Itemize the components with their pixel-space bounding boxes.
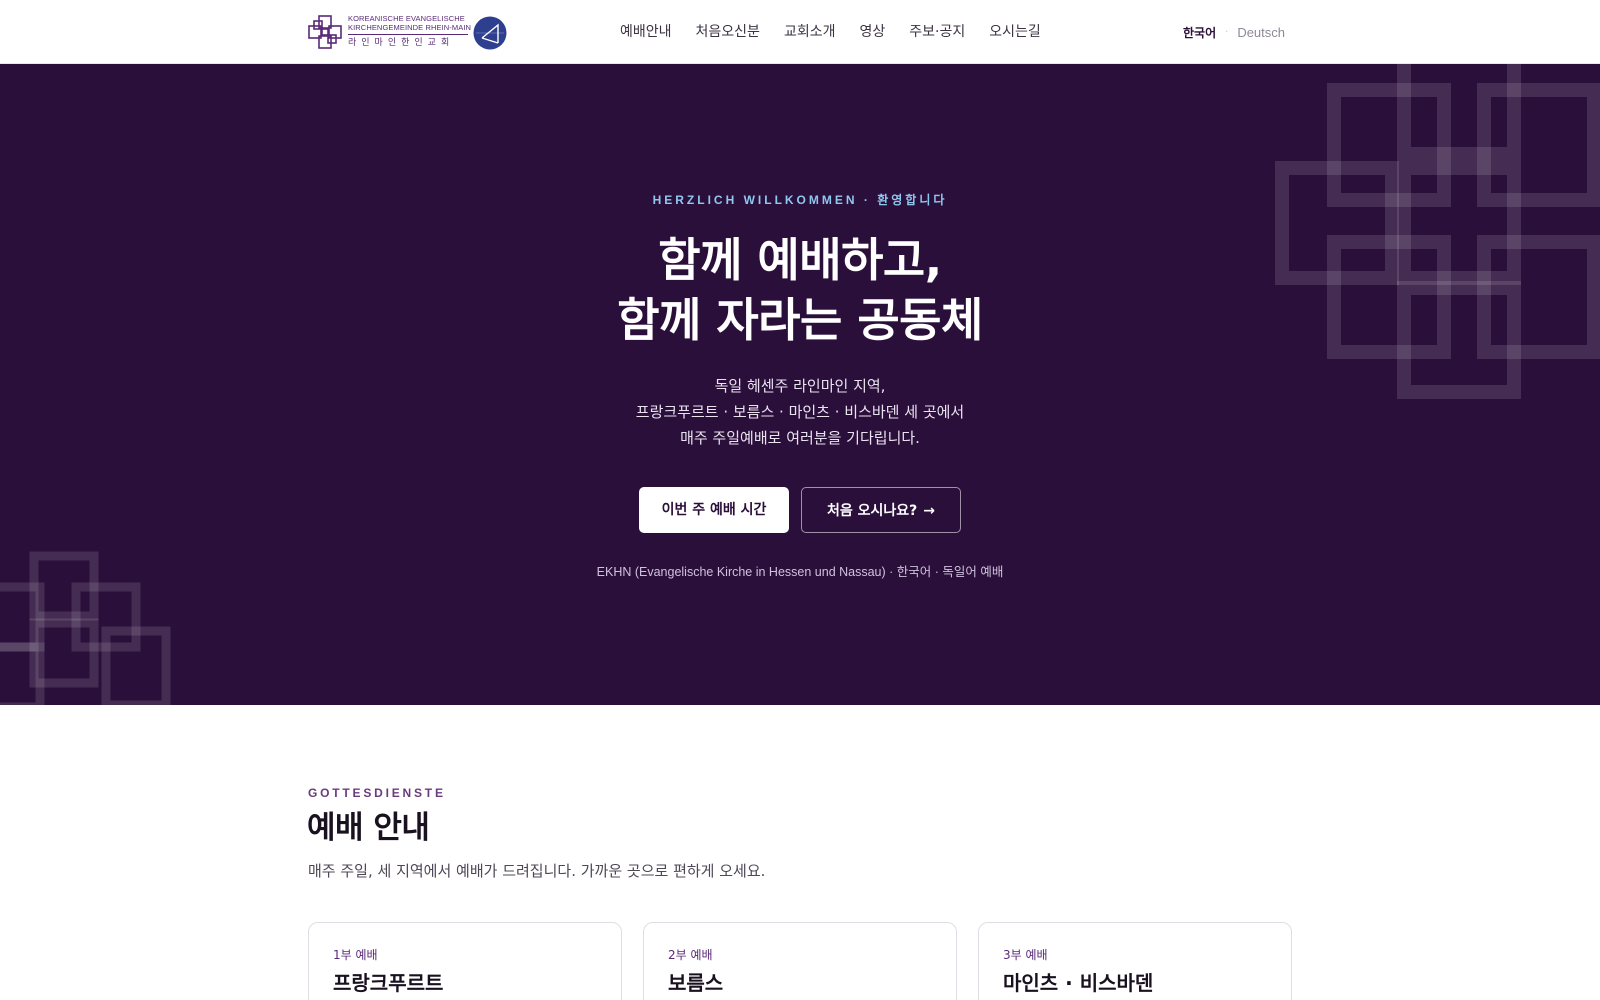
worship-times-button[interactable]: 이번 주 예배 시간 <box>639 487 789 533</box>
nav-item-newcomers[interactable]: 처음오신분 <box>696 20 760 44</box>
hero-subtitle-line-3: 매주 주일예배로 여러분을 기다립니다. <box>680 429 920 447</box>
service-card[interactable]: 3부 예배 마인츠 · 비스바덴 <box>978 922 1292 1000</box>
service-card-label: 1부 예배 <box>333 948 378 962</box>
hero-subtitle: 독일 헤센주 라인마인 지역, 프랑크푸르트 · 보름스 · 마인츠 · 비스바… <box>0 373 1600 451</box>
newcomer-button[interactable]: 처음 오시나요? → <box>801 487 961 533</box>
logo-line-2: KIRCHENGEMEINDE RHEIN-MAIN <box>348 23 472 32</box>
hero-title: 함께 예배하고, 함께 자라는 공동체 <box>0 230 1600 350</box>
lang-korean[interactable]: 한국어 <box>1183 24 1216 41</box>
service-card-title: 마인츠 · 비스바덴 <box>1003 971 1154 995</box>
service-card-title: 프랑크푸르트 <box>333 971 444 995</box>
hero-section: HERZLICH WILLKOMMEN · 환영합니다 함께 예배하고, 함께 … <box>0 64 1600 705</box>
arrow-right-icon: → <box>923 503 935 519</box>
service-card[interactable]: 1부 예배 프랑크푸르트 <box>308 922 622 1000</box>
logo-wordmark: KOREANISCHE EVANGELISCHE KIRCHENGEMEINDE… <box>348 14 472 49</box>
section-eyebrow: GOTTESDIENSTE <box>308 786 446 800</box>
lang-german[interactable]: Deutsch <box>1237 25 1285 40</box>
service-card-title: 보름스 <box>668 971 724 995</box>
site-logo[interactable]: KOREANISCHE EVANGELISCHE KIRCHENGEMEINDE… <box>307 14 512 52</box>
service-card-label: 2부 예배 <box>668 948 713 962</box>
nav-item-bulletin[interactable]: 주보·공지 <box>909 20 965 44</box>
hero-eyebrow: HERZLICH WILLKOMMEN · 환영합니다 <box>652 193 948 207</box>
newcomer-button-label: 처음 오시나요? <box>826 503 918 519</box>
section-title: 예배 안내 <box>307 810 430 846</box>
cross-pattern-logo-icon <box>308 15 342 49</box>
circle-emblem-icon <box>473 16 507 50</box>
logo-korean-name: 라인마인한인교회 <box>348 38 455 48</box>
site-header: KOREANISCHE EVANGELISCHE KIRCHENGEMEINDE… <box>0 0 1600 64</box>
hero-title-line-2: 함께 자라는 공동체 <box>617 293 983 347</box>
hero-subtitle-line-2: 프랑크푸르트 · 보름스 · 마인츠 · 비스바덴 세 곳에서 <box>635 403 965 421</box>
service-card[interactable]: 2부 예배 보름스 <box>643 922 957 1000</box>
main-nav: 예배안내 처음오신분 교회소개 영상 주보·공지 오시는길 <box>620 20 1065 44</box>
logo-line-1: KOREANISCHE EVANGELISCHE <box>348 14 465 23</box>
hero-title-line-1: 함께 예배하고, <box>658 233 942 287</box>
service-card-label: 3부 예배 <box>1003 948 1048 962</box>
nav-item-directions[interactable]: 오시는길 <box>989 20 1041 44</box>
lang-separator: · <box>1225 26 1229 38</box>
hero-subtitle-line-1: 독일 헤센주 라인마인 지역, <box>714 377 886 395</box>
nav-item-about[interactable]: 교회소개 <box>784 20 836 44</box>
nav-item-videos[interactable]: 영상 <box>859 20 885 44</box>
nav-item-worship[interactable]: 예배안내 <box>620 20 672 44</box>
hero-footnote: EKHN (Evangelische Kirche in Hessen und … <box>596 565 1004 579</box>
logo-divider <box>348 34 468 35</box>
section-description: 매주 주일, 세 지역에서 예배가 드려집니다. 가까운 곳으로 편하게 오세요… <box>308 862 766 880</box>
language-switcher: 한국어 · Deutsch <box>1183 22 1285 42</box>
